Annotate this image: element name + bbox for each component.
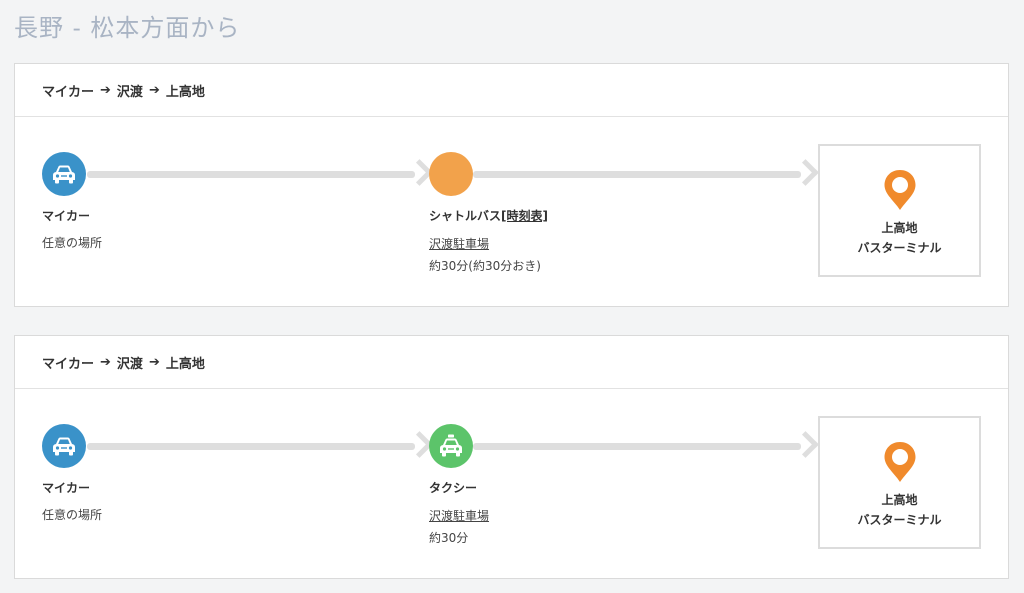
parking-link[interactable]: 沢渡駐車場 [429,235,489,252]
car-icon [42,152,86,196]
destination-box: 上高地 バスターミナル [818,144,981,277]
chevron-right-icon [792,159,819,186]
step-time: 約30分 [429,531,469,545]
step-label: マイカー [42,481,91,495]
route-header-origin: マイカー [42,84,95,100]
route-line [87,443,415,450]
taxi-icon [429,424,473,468]
bus-icon [429,152,473,196]
destination-line1: 上高地 [881,493,918,507]
parking-link[interactable]: 沢渡駐車場 [429,507,489,524]
destination-line2: バスターミナル [857,241,942,255]
timetable-link[interactable]: [時刻表] [501,209,548,223]
route-body: マイカー 任意の場所 シャトルバス[時刻表] 沢渡駐車場 約30分(約30分おき… [15,117,1008,307]
destination-line2: バスターミナル [857,513,942,527]
arrow-right-icon: ➔ [100,354,111,370]
route-line [87,171,415,178]
step-label: マイカー [42,209,91,223]
step-sub: 任意の場所 [42,508,103,522]
step-sub: 任意の場所 [42,236,103,250]
route-header-destination: 上高地 [165,84,205,100]
step-label: タクシー [429,481,478,495]
route-card: マイカー ➔ 沢渡 ➔ 上高地 マイカー 任意の場所 シャトルバス[時刻表] 沢… [14,63,1009,307]
route-header: マイカー ➔ 沢渡 ➔ 上高地 [15,336,1008,389]
destination-name: 上高地 バスターミナル [857,490,941,530]
route-header-destination: 上高地 [165,356,205,372]
route-header-transfer: 沢渡 [116,356,143,372]
route-card: マイカー ➔ 沢渡 ➔ 上高地 マイカー 任意の場所 タクシー 沢渡駐車場 約3… [14,335,1009,579]
destination-line1: 上高地 [881,221,918,235]
route-header-transfer: 沢渡 [116,84,143,100]
arrow-right-icon: ➔ [100,82,111,98]
arrow-right-icon: ➔ [148,82,160,98]
route-body: マイカー 任意の場所 タクシー 沢渡駐車場 約30分 上高地 バスターミナル [15,389,1008,579]
step-time: 約30分(約30分おき) [429,259,541,273]
step-label: シャトルバス[時刻表] [429,207,548,224]
destination-box: 上高地 バスターミナル [818,416,981,549]
location-pin-icon [884,170,915,210]
location-pin-icon [884,442,915,482]
route-header: マイカー ➔ 沢渡 ➔ 上高地 [15,64,1008,117]
chevron-right-icon [792,431,819,458]
route-header-origin: マイカー [42,356,95,372]
car-icon [42,424,86,468]
route-line [473,171,801,178]
step-label-text: シャトルバス [429,209,502,223]
arrow-right-icon: ➔ [148,354,160,370]
page-title: 長野 - 松本方面から [14,14,241,42]
route-line [473,443,801,450]
destination-name: 上高地 バスターミナル [857,218,941,258]
